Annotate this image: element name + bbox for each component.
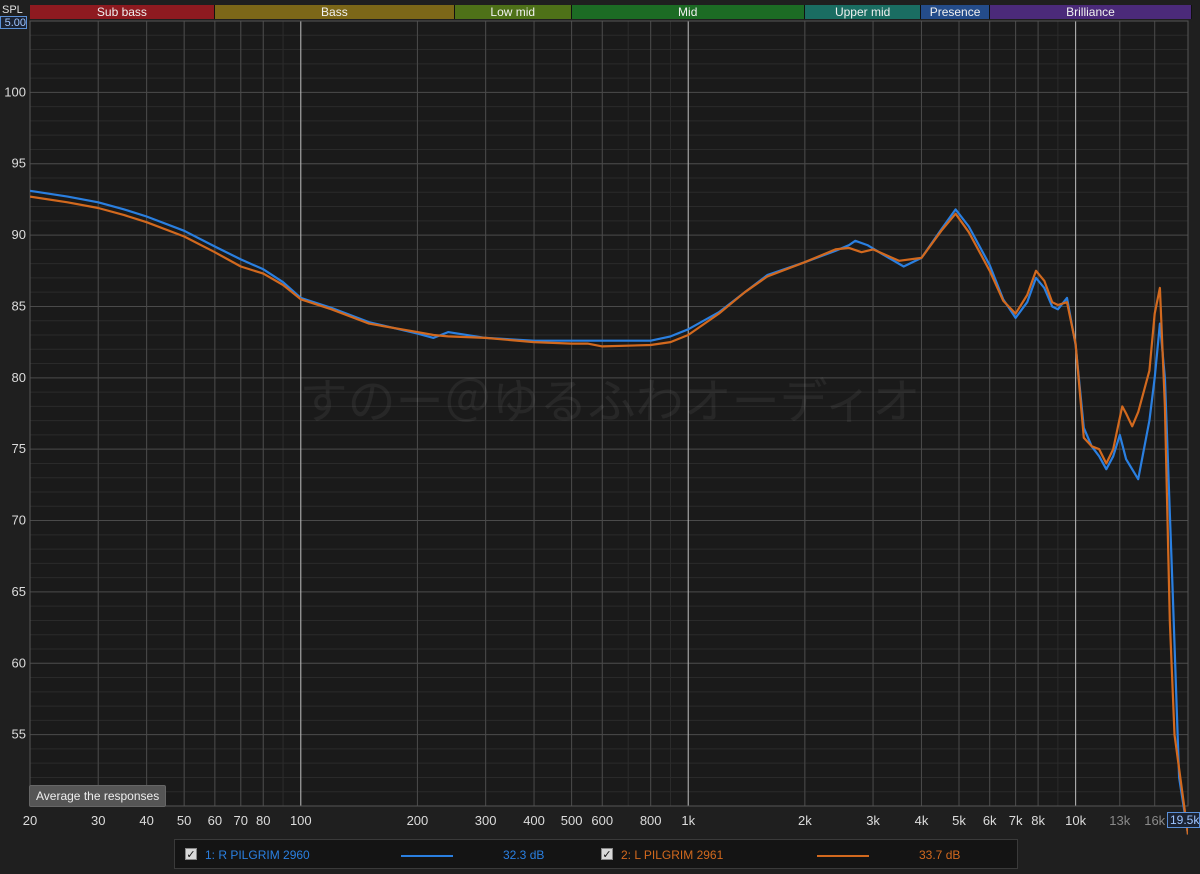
x-tick-label: 500 — [561, 813, 583, 828]
frequency-response-plot: すのー＠ゆるふわオーディオ 20 30 40 50 60 70 80 100 200 300 400… — [4, 20, 1189, 835]
x-tick-label: 3k — [866, 813, 880, 828]
legend-swatch-2 — [817, 855, 869, 857]
x-tick-label: 30 — [91, 813, 105, 828]
x-tick-label: 13k — [1109, 813, 1130, 828]
y-tick-label: 70 — [12, 513, 26, 528]
x-tick-label: 800 — [640, 813, 662, 828]
x-tick-label: 50 — [177, 813, 191, 828]
y-tick-label: 65 — [12, 584, 26, 599]
y-tick-label: 85 — [12, 298, 26, 313]
x-tick-label: 200 — [407, 813, 429, 828]
x-tick-label: 40 — [139, 813, 153, 828]
legend-series-name-1: 1: R PILGRIM 2960 — [205, 848, 310, 862]
y-tick-label: 75 — [12, 441, 26, 456]
legend-series-name-2: 2: L PILGRIM 2961 — [621, 848, 724, 862]
legend-value-2: 33.7 dB — [919, 848, 961, 862]
y-tick-label: 80 — [12, 370, 26, 385]
y-tick-label: 95 — [12, 156, 26, 171]
x-tick-label: 60 — [208, 813, 222, 828]
x-tick-label: 80 — [256, 813, 270, 828]
x-tick-label: 70 — [234, 813, 248, 828]
y-tick-label: 100 — [4, 84, 26, 99]
x-tick-label: 4k — [915, 813, 929, 828]
watermark: すのー＠ゆるふわオーディオ — [300, 374, 921, 430]
y-tick-label: 90 — [12, 227, 26, 242]
legend-value-1: 32.3 dB — [503, 848, 545, 862]
legend-checkbox-2[interactable]: ✓ — [601, 848, 613, 861]
average-responses-button[interactable]: Average the responses — [29, 785, 167, 807]
x-tick-label: 10k — [1065, 813, 1086, 828]
x-tick-label: 600 — [591, 813, 613, 828]
y-tick-label: 55 — [12, 727, 26, 742]
legend-panel: ✓ 1: R PILGRIM 2960 32.3 dB ✓ 2: L PILGR… — [174, 839, 1018, 869]
frequency-max-input[interactable]: 19.5k — [1167, 812, 1200, 828]
x-tick-label: 2k — [798, 813, 812, 828]
x-tick-label: 7k — [1009, 813, 1023, 828]
legend-checkbox-1[interactable]: ✓ — [185, 848, 197, 861]
legend-swatch-1 — [401, 855, 453, 857]
x-tick-label: 100 — [290, 813, 312, 828]
x-tick-label: 1k — [681, 813, 695, 828]
x-tick-label: 20 — [23, 813, 37, 828]
x-tick-label: 16k — [1144, 813, 1165, 828]
y-tick-label: 60 — [12, 655, 26, 670]
x-tick-label: 5k — [952, 813, 966, 828]
x-tick-label: 8k — [1031, 813, 1045, 828]
x-tick-label: 400 — [523, 813, 545, 828]
x-tick-label: 6k — [983, 813, 997, 828]
x-tick-label: 300 — [475, 813, 497, 828]
